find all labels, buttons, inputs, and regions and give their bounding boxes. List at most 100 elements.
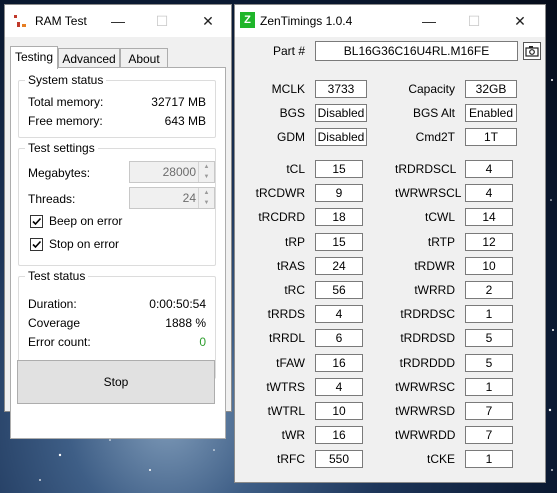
title-bar[interactable]: RAM Test — ☐ ✕ bbox=[5, 5, 231, 37]
timing-value: 15 bbox=[315, 160, 363, 178]
timing-label: tWRRD bbox=[414, 283, 455, 297]
timing-value: 6 bbox=[315, 329, 363, 347]
app-icon bbox=[14, 15, 26, 27]
timing-value: 14 bbox=[465, 208, 513, 226]
timing-value: 10 bbox=[465, 257, 513, 275]
stop-on-error-label[interactable]: Stop on error bbox=[49, 237, 119, 251]
error-count-label: Error count: bbox=[28, 335, 91, 349]
timing-label: tWTRS bbox=[266, 380, 305, 394]
timing-value: 7 bbox=[465, 426, 513, 444]
tab-testing[interactable]: Testing bbox=[10, 46, 58, 69]
timing-label: tRDRDDD bbox=[399, 356, 455, 370]
timing-label: MCLK bbox=[271, 82, 305, 96]
timing-value: 5 bbox=[465, 329, 513, 347]
timing-label: tCL bbox=[286, 162, 305, 176]
group-title: Test status bbox=[25, 269, 89, 283]
timing-label: tRRDS bbox=[267, 307, 305, 321]
timing-label: tWRWRSCL bbox=[395, 186, 462, 200]
close-button[interactable]: ✕ bbox=[497, 5, 543, 37]
maximize-button: ☐ bbox=[139, 5, 185, 37]
total-memory-value: 32717 MB bbox=[151, 95, 206, 109]
threads-stepper[interactable]: 24 ▲ ▼ bbox=[129, 187, 215, 209]
spin-up-icon[interactable]: ▲ bbox=[199, 188, 214, 198]
timing-value: 4 bbox=[465, 160, 513, 178]
error-count-value: 0 bbox=[199, 335, 206, 349]
timing-label: GDM bbox=[277, 130, 305, 144]
coverage-label: Coverage bbox=[28, 316, 81, 330]
minimize-button[interactable]: — bbox=[95, 5, 141, 37]
zentimings-content: Part # BL16G36C16U4RL.M16FE MCLK 3733 Capa… bbox=[235, 37, 545, 482]
timing-label: tRAS bbox=[276, 259, 305, 273]
ram-test-window: RAM Test — ☐ ✕ Testing Advanced About Sy… bbox=[4, 4, 232, 439]
screenshot-button[interactable] bbox=[523, 42, 541, 60]
close-icon: ✕ bbox=[202, 12, 214, 29]
timing-label: tRDRDSC bbox=[400, 307, 455, 321]
timing-label: tCWL bbox=[425, 210, 455, 224]
timing-label: Capacity bbox=[408, 82, 455, 96]
timing-label: tWRWRSD bbox=[395, 404, 455, 418]
stop-on-error-checkbox[interactable] bbox=[30, 238, 43, 251]
timing-label: BGS Alt bbox=[412, 106, 455, 120]
minimize-icon: — bbox=[422, 13, 436, 29]
tab-about[interactable]: About bbox=[120, 48, 168, 68]
timing-label: tRRDL bbox=[268, 331, 305, 345]
close-icon: ✕ bbox=[514, 12, 526, 29]
timing-label: tRDRDSCL bbox=[395, 162, 457, 176]
total-memory-label: Total memory: bbox=[28, 95, 104, 109]
spin-up-icon[interactable]: ▲ bbox=[199, 162, 214, 172]
timing-label: tRDRDSD bbox=[400, 331, 455, 345]
window-title: ZenTimings 1.0.4 bbox=[260, 14, 353, 28]
duration-label: Duration: bbox=[28, 297, 77, 311]
maximize-button: ☐ bbox=[451, 5, 497, 37]
timing-value: 32GB bbox=[465, 80, 517, 98]
timing-label: BGS bbox=[279, 106, 305, 120]
timing-label: tRTP bbox=[427, 235, 455, 249]
timing-value: 1 bbox=[465, 450, 513, 468]
free-memory-value: 643 MB bbox=[164, 114, 206, 128]
group-title: System status bbox=[25, 73, 107, 87]
checkmark-icon bbox=[32, 240, 42, 249]
test-settings-group: Test settings Megabytes: 28000 ▲ ▼ Thread… bbox=[18, 141, 216, 266]
tab-advanced[interactable]: Advanced bbox=[58, 48, 120, 68]
megabytes-value: 28000 bbox=[162, 165, 196, 179]
stop-button[interactable]: Stop bbox=[17, 360, 215, 404]
threads-value: 24 bbox=[182, 191, 196, 205]
title-bar[interactable]: Z ZenTimings 1.0.4 — ☐ ✕ bbox=[235, 5, 545, 37]
megabytes-label: Megabytes: bbox=[28, 166, 91, 180]
spin-down-icon[interactable]: ▼ bbox=[199, 198, 214, 208]
beep-on-error-label[interactable]: Beep on error bbox=[49, 214, 122, 228]
timing-label: tCKE bbox=[426, 452, 455, 466]
part-number-field: BL16G36C16U4RL.M16FE bbox=[315, 41, 518, 61]
timing-value: Enabled bbox=[465, 104, 517, 122]
part-number-label: Part # bbox=[272, 44, 305, 58]
spin-down-icon[interactable]: ▼ bbox=[199, 172, 214, 182]
timing-label: tRP bbox=[284, 235, 305, 249]
timing-value: 16 bbox=[315, 354, 363, 372]
timing-value: 15 bbox=[315, 233, 363, 251]
group-title: Test settings bbox=[25, 141, 98, 155]
duration-value: 0:00:50:54 bbox=[149, 297, 206, 311]
system-status-group: System status Total memory: 32717 MB Fre… bbox=[18, 73, 216, 138]
megabytes-stepper[interactable]: 28000 ▲ ▼ bbox=[129, 161, 215, 183]
timing-label: tWR bbox=[281, 428, 305, 442]
timing-value: 4 bbox=[315, 305, 363, 323]
minimize-button[interactable]: — bbox=[406, 5, 452, 37]
camera-icon bbox=[525, 46, 539, 57]
window-title: RAM Test bbox=[35, 14, 87, 28]
beep-on-error-checkbox[interactable] bbox=[30, 215, 43, 228]
timing-value: 7 bbox=[465, 402, 513, 420]
minimize-icon: — bbox=[111, 13, 125, 29]
timing-value: 12 bbox=[465, 233, 513, 251]
timing-label: tRFC bbox=[277, 452, 305, 466]
timing-label: tWTRL bbox=[267, 404, 305, 418]
maximize-icon: ☐ bbox=[155, 12, 169, 29]
close-button[interactable]: ✕ bbox=[185, 5, 231, 37]
timing-value: 1 bbox=[465, 305, 513, 323]
timing-value: Disabled bbox=[315, 128, 367, 146]
timing-value: 550 bbox=[315, 450, 363, 468]
timing-value: 3733 bbox=[315, 80, 367, 98]
timing-label: tRC bbox=[284, 283, 305, 297]
timing-label: Cmd2T bbox=[415, 130, 455, 144]
app-icon: Z bbox=[240, 12, 255, 28]
timing-value: 18 bbox=[315, 208, 363, 226]
